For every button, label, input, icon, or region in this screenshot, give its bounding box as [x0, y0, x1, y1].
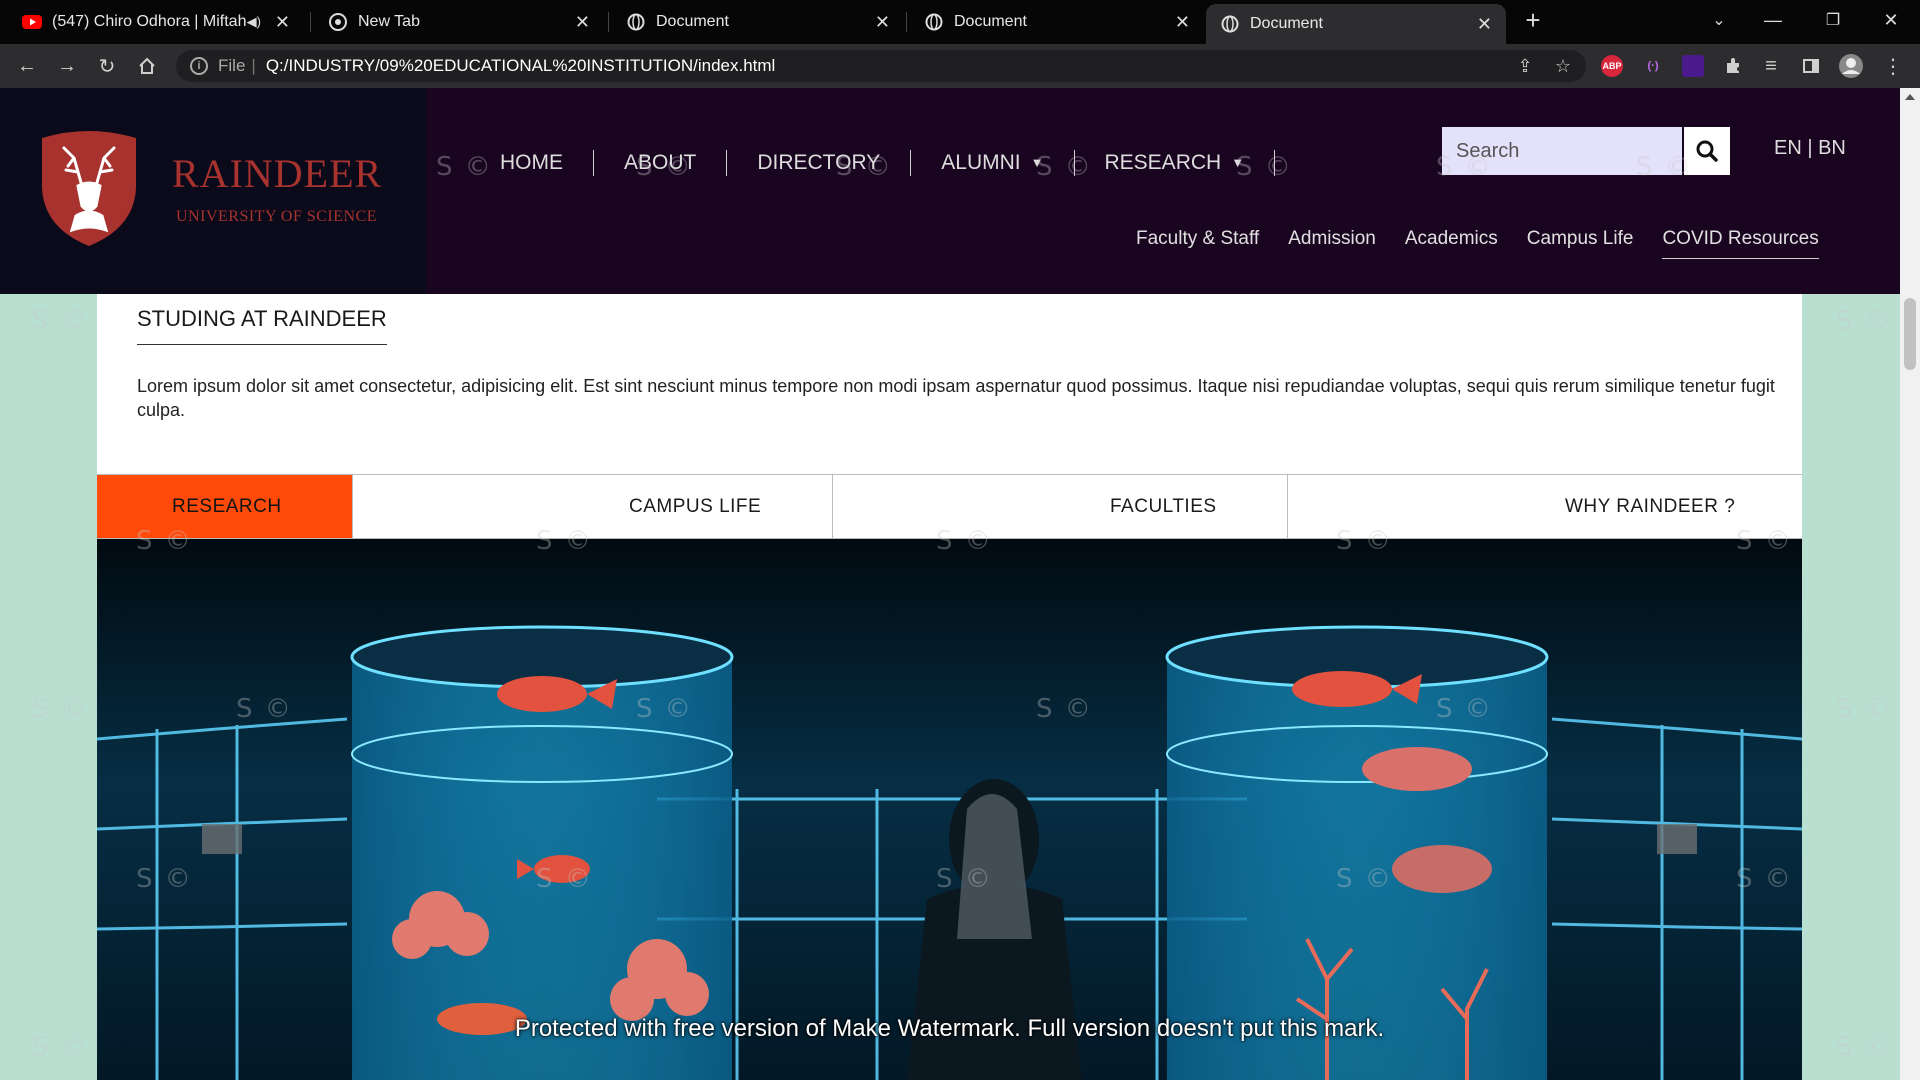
sub-nav: Faculty & Staff Admission Academics Camp…	[1136, 228, 1819, 259]
close-tab-icon[interactable]: ✕	[1477, 14, 1492, 35]
content-tabs: RESEARCH CAMPUS LIFE FACULTIES WHY RAIND…	[97, 474, 1802, 539]
tab-why-raindeer[interactable]: WHY RAINDEER ?	[1288, 475, 1802, 538]
tab-research[interactable]: RESEARCH	[97, 475, 353, 538]
nav-alumni[interactable]: ALUMNI ▼	[911, 150, 1075, 176]
subnav-campus-life[interactable]: Campus Life	[1527, 228, 1634, 259]
nav-research[interactable]: RESEARCH ▼	[1075, 150, 1276, 176]
restore-icon[interactable]: ❐	[1810, 0, 1856, 40]
close-tab-icon[interactable]: ✕	[1175, 12, 1190, 33]
globe-icon	[924, 12, 944, 32]
deer-shield-icon	[42, 131, 136, 246]
new-tab-button[interactable]: +	[1518, 6, 1548, 36]
close-window-icon[interactable]: ✕	[1868, 0, 1914, 40]
adblock-extension-icon[interactable]: ABP	[1601, 55, 1623, 77]
subnav-admission[interactable]: Admission	[1288, 228, 1376, 259]
search-input[interactable]	[1442, 127, 1682, 175]
browser-tab[interactable]: (547) Chiro Odhora | Miftah ◀) ✕	[8, 0, 304, 44]
nav-home[interactable]: HOME	[470, 150, 594, 176]
reload-icon[interactable]: ↻	[92, 51, 122, 81]
browser-tab-active[interactable]: Document ✕	[1206, 4, 1506, 44]
close-tab-icon[interactable]: ✕	[875, 12, 890, 33]
subnav-academics[interactable]: Academics	[1405, 228, 1498, 259]
search-box	[1442, 127, 1732, 175]
bookmark-star-icon[interactable]: ☆	[1548, 50, 1578, 82]
url-text: Q:/INDUSTRY/09%20EDUCATIONAL%20INSTITUTI…	[265, 56, 776, 75]
side-panel-icon[interactable]	[1796, 51, 1826, 81]
forward-icon[interactable]: →	[52, 51, 82, 81]
chrome-icon	[328, 12, 348, 32]
info-icon[interactable]: i	[190, 57, 208, 75]
tab-separator	[310, 12, 311, 32]
extension-grid-icon[interactable]	[1682, 55, 1704, 77]
vertical-scrollbar[interactable]	[1900, 88, 1920, 1080]
page-viewport: RAINDEER UNIVERSITY OF SCIENCE HOME ABOU…	[0, 88, 1900, 1080]
tab-separator	[608, 12, 609, 32]
brand-tagline: UNIVERSITY OF SCIENCE	[176, 208, 378, 225]
subnav-faculty-staff[interactable]: Faculty & Staff	[1136, 228, 1259, 259]
nav-about[interactable]: ABOUT	[594, 150, 728, 176]
caret-down-icon: ▼	[1030, 155, 1044, 170]
brand-name: RAINDEER	[172, 151, 383, 196]
intro-text: Lorem ipsum dolor sit amet consectetur, …	[137, 376, 1775, 420]
main-nav: HOME ABOUT DIRECTORY ALUMNI ▼ RESEARCH ▼	[470, 150, 1276, 176]
scrollbar-thumb[interactable]	[1904, 298, 1916, 370]
search-button[interactable]	[1682, 127, 1730, 175]
globe-icon	[626, 12, 646, 32]
minimize-icon[interactable]: —	[1750, 0, 1796, 40]
browser-tab[interactable]: Document ✕	[612, 0, 904, 44]
intro-title: STUDING AT RAINDEER	[137, 306, 387, 345]
tab-separator	[906, 12, 907, 32]
tab-faculties[interactable]: FACULTIES	[833, 475, 1288, 538]
close-tab-icon[interactable]: ✕	[575, 12, 590, 33]
profile-avatar[interactable]	[1836, 51, 1866, 81]
browser-tab-strip: (547) Chiro Odhora | Miftah ◀) ✕ New Tab…	[0, 0, 1920, 44]
intro-card: STUDING AT RAINDEER Lorem ipsum dolor si…	[97, 294, 1802, 474]
search-icon	[1696, 140, 1718, 162]
home-icon[interactable]	[132, 51, 162, 81]
tab-campus-life[interactable]: CAMPUS LIFE	[353, 475, 833, 538]
extensions-puzzle-icon[interactable]	[1718, 51, 1748, 81]
address-bar[interactable]: i File | Q:/INDUSTRY/09%20EDUCATIONAL%20…	[176, 50, 1586, 82]
browser-tab[interactable]: New Tab ✕	[314, 0, 604, 44]
aquarium-photo	[97, 539, 1802, 1080]
menu-kebab-icon[interactable]: ⋮	[1878, 51, 1908, 81]
browser-toolbar: ← → ↻ i File | Q:/INDUSTRY/09%20EDUCATIO…	[0, 44, 1920, 88]
globe-icon	[1220, 14, 1240, 34]
youtube-icon	[22, 12, 42, 32]
speaker-icon[interactable]: ◀)	[247, 14, 261, 30]
extension-icon[interactable]: (·)	[1642, 55, 1664, 77]
media-list-icon[interactable]: ≡	[1756, 51, 1786, 81]
subnav-covid-resources[interactable]: COVID Resources	[1662, 228, 1819, 259]
hero-image: Protected with free version of Make Wate…	[97, 539, 1802, 1080]
language-switch[interactable]: EN | BN	[1774, 137, 1846, 160]
hero-watermark-caption: Protected with free version of Make Wate…	[514, 1015, 1385, 1042]
close-tab-icon[interactable]: ✕	[275, 12, 290, 33]
logo[interactable]: RAINDEER UNIVERSITY OF SCIENCE	[0, 88, 426, 294]
tab-search-icon[interactable]: ⌄	[1696, 0, 1742, 40]
site-header: RAINDEER UNIVERSITY OF SCIENCE HOME ABOU…	[0, 88, 1900, 294]
back-icon[interactable]: ←	[12, 51, 42, 81]
browser-tab[interactable]: Document ✕	[910, 0, 1204, 44]
scroll-up-arrow-icon[interactable]	[1905, 94, 1915, 100]
share-icon[interactable]: ⇪	[1510, 50, 1540, 82]
caret-down-icon: ▼	[1231, 155, 1245, 170]
nav-directory[interactable]: DIRECTORY	[727, 150, 912, 176]
